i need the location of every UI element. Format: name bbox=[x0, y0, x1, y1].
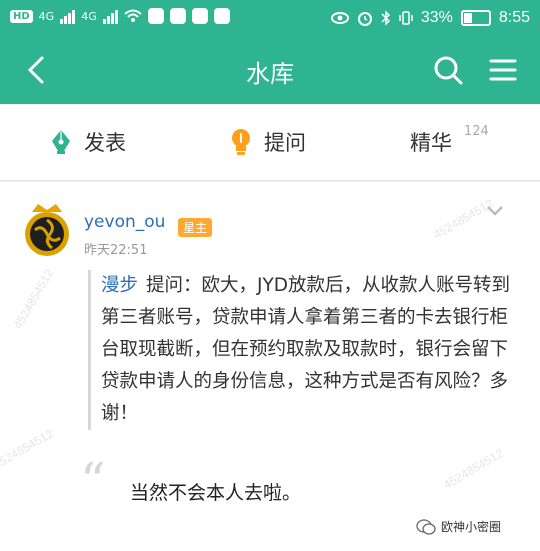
watermark-number: 4524854512 bbox=[0, 426, 56, 472]
app-notification-icon-4 bbox=[213, 8, 230, 24]
battery-percent: 33% bbox=[420, 9, 453, 26]
hd-indicator: HD bbox=[10, 9, 33, 23]
tab-post[interactable]: 发表 bbox=[50, 104, 126, 180]
search-icon[interactable] bbox=[432, 54, 464, 86]
question-author[interactable]: 漫步 bbox=[101, 275, 138, 296]
chevron-down-icon[interactable] bbox=[486, 204, 504, 218]
eye-icon bbox=[330, 12, 349, 24]
pen-icon bbox=[52, 130, 70, 154]
status-right: 33% 8:55 bbox=[330, 9, 530, 27]
best-count: 124 bbox=[464, 124, 489, 139]
signal-icon bbox=[60, 8, 76, 24]
quoted-question: 漫步 提问：欧大，JYD放款后，从收款人账号转到第三者账号，贷款申请人拿着第三者的… bbox=[88, 270, 521, 430]
app-notification-icon-2 bbox=[169, 8, 186, 24]
question-text: 提问：欧大，JYD放款后，从收款人账号转到第三者账号，贷款申请人拿着第三者的卡去… bbox=[101, 275, 511, 424]
app-notification-icon-3 bbox=[191, 8, 208, 24]
status-left: HD 4G 4G bbox=[10, 8, 230, 24]
bluetooth-icon bbox=[381, 10, 390, 26]
tab-best-label: 精华 bbox=[410, 131, 452, 155]
watermark-number: 4524854512 bbox=[10, 266, 57, 332]
network-label-2: 4G bbox=[81, 9, 97, 23]
answer-text: 当然不会本人去啦。 bbox=[130, 482, 302, 504]
signal-icon-2 bbox=[102, 8, 118, 24]
lightbulb-icon bbox=[232, 129, 250, 155]
quote-mark-icon: “ bbox=[80, 452, 106, 510]
tab-post-label: 发表 bbox=[84, 131, 126, 155]
vibrate-icon bbox=[399, 11, 413, 25]
author-name[interactable]: yevon_ou bbox=[84, 212, 165, 232]
battery-icon bbox=[460, 10, 491, 26]
owner-badge: 星主 bbox=[178, 218, 213, 237]
menu-icon[interactable] bbox=[487, 54, 519, 86]
post-card: 4524854512 4524854512 4524854512 4524854… bbox=[0, 182, 540, 551]
action-tabs: 发表 提问 精华 124 bbox=[0, 104, 540, 181]
top-nav-bar: 水库 bbox=[0, 38, 540, 104]
post-time: 昨天22:51 bbox=[84, 243, 148, 258]
tab-best[interactable]: 精华 bbox=[410, 104, 452, 180]
wifi-icon bbox=[124, 9, 142, 22]
wechat-icon bbox=[416, 518, 436, 535]
wechat-label: 欧神小密圈 bbox=[441, 520, 502, 534]
avatar[interactable] bbox=[22, 202, 72, 258]
clock: 8:55 bbox=[498, 9, 530, 26]
watermark-number: 4524854512 bbox=[440, 446, 506, 492]
status-bar: HD 4G 4G 33% 8:55 bbox=[0, 0, 540, 38]
alarm-icon bbox=[357, 12, 372, 26]
tab-ask[interactable]: 提问 bbox=[230, 104, 306, 180]
wechat-watermark: 欧神小密圈 bbox=[416, 518, 501, 535]
network-label-1: 4G bbox=[38, 9, 55, 23]
app-notification-icon bbox=[147, 8, 164, 24]
tab-ask-label: 提问 bbox=[264, 131, 306, 155]
